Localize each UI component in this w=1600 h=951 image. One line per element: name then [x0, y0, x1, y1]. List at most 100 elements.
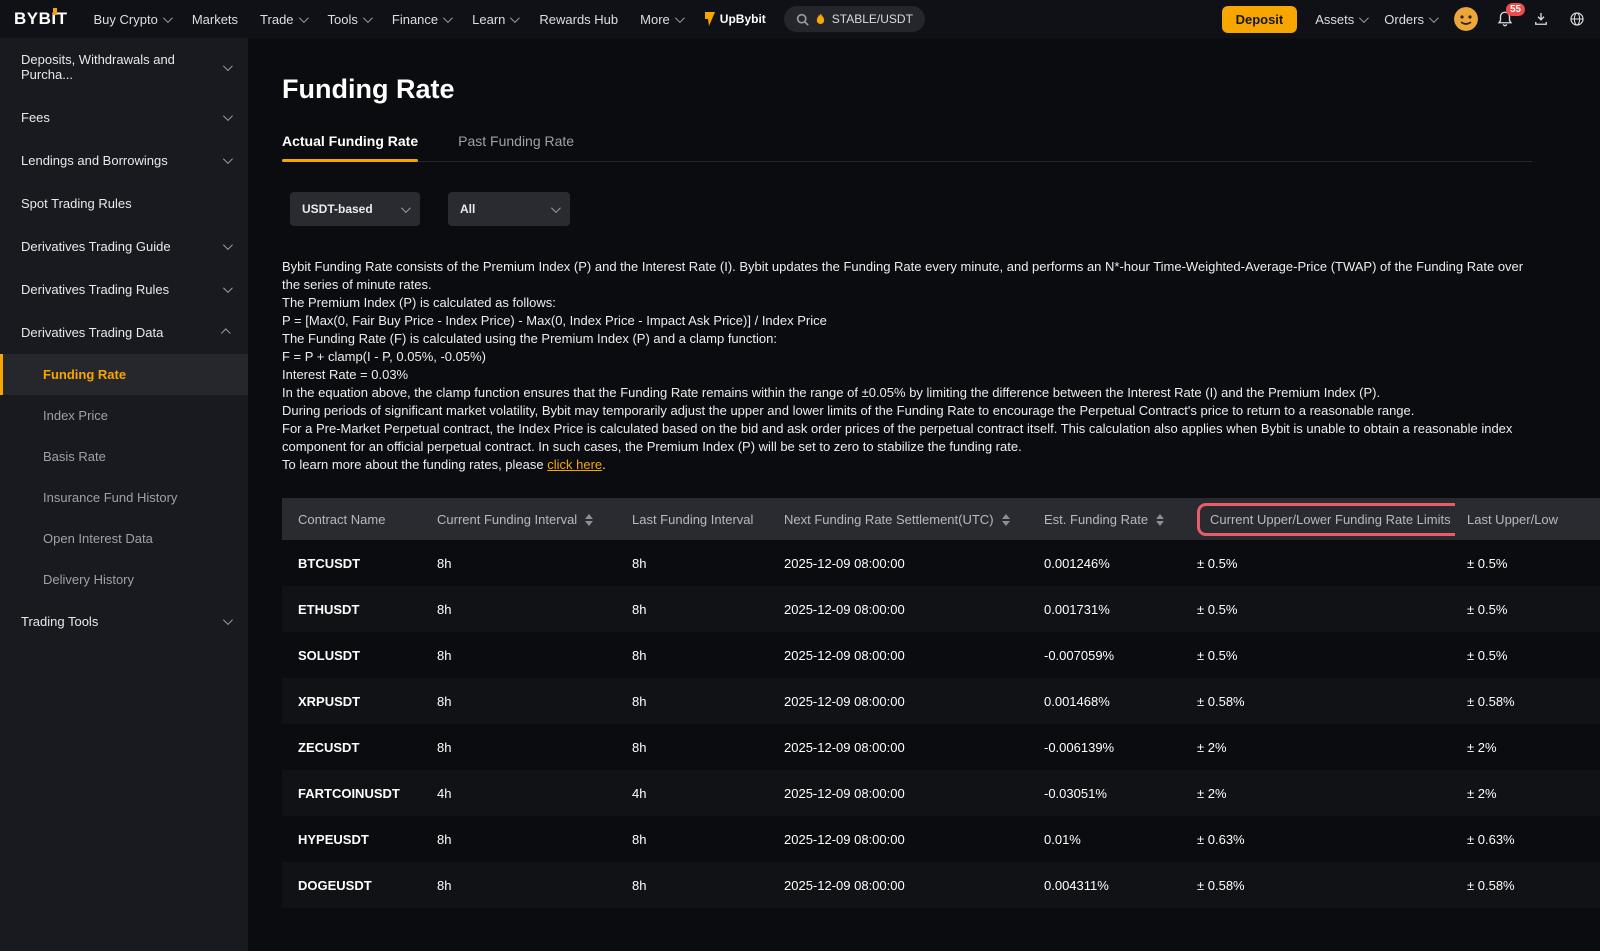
chevron-down-icon: [223, 283, 233, 293]
upbybit-link[interactable]: UpBybit: [704, 12, 766, 26]
notifications-button[interactable]: 55: [1496, 10, 1514, 28]
click-here-link[interactable]: click here: [547, 457, 602, 472]
sidebar-item-derivatives-trading-data[interactable]: Derivatives Trading Data: [0, 311, 248, 354]
table-row[interactable]: ETHUSDT 8h 8h 2025-12-09 08:00:00 0.0017…: [282, 586, 1600, 632]
sort-icon[interactable]: [1156, 514, 1164, 526]
category-select[interactable]: All: [448, 192, 570, 226]
cell-current-interval: 4h: [425, 770, 620, 816]
table-row[interactable]: XRPUSDT 8h 8h 2025-12-09 08:00:00 0.0014…: [282, 678, 1600, 724]
nav-finance[interactable]: Finance: [392, 12, 450, 27]
assets-label: Assets: [1315, 12, 1354, 27]
cell-current-limits: ± 0.58%: [1185, 678, 1455, 724]
sidebar-item-lendings-borrowings[interactable]: Lendings and Borrowings: [0, 139, 248, 182]
annotation-highlight-box: Current Upper/Lower Funding Rate Limits: [1197, 503, 1455, 536]
nav-label: Tools: [328, 12, 358, 27]
cell-est-rate: -0.03051%: [1032, 770, 1185, 816]
sidebar-subitem-label: Index Price: [43, 408, 108, 423]
chevron-down-icon: [510, 13, 520, 23]
cell-next-settlement: 2025-12-09 08:00:00: [772, 586, 1032, 632]
sidebar-item-spot-trading-rules[interactable]: Spot Trading Rules: [0, 182, 248, 225]
tabs: Actual Funding Rate Past Funding Rate: [282, 133, 1532, 162]
cell-last-interval: 8h: [620, 724, 772, 770]
nav-tools[interactable]: Tools: [328, 12, 370, 27]
sidebar-subitem-funding-rate[interactable]: Funding Rate: [0, 354, 248, 395]
tab-past-funding-rate[interactable]: Past Funding Rate: [458, 133, 574, 161]
sidebar-item-label: Lendings and Borrowings: [21, 153, 168, 168]
sort-icon[interactable]: [1002, 514, 1010, 526]
bybit-logo[interactable]: BYBIT: [14, 9, 68, 29]
cell-contract: FARTCOINUSDT: [282, 770, 425, 816]
orders-menu[interactable]: Orders: [1384, 12, 1436, 27]
cell-current-limits: ± 0.5%: [1185, 586, 1455, 632]
orders-label: Orders: [1384, 12, 1424, 27]
download-app-button[interactable]: [1532, 10, 1550, 28]
topbar: BYBIT Buy Crypto Markets Trade Tools Fin…: [0, 0, 1600, 38]
sort-icon[interactable]: [585, 514, 593, 526]
globe-icon: [1568, 10, 1586, 28]
sidebar-subitem-delivery-history[interactable]: Delivery History: [0, 559, 248, 600]
cell-contract: ETHUSDT: [282, 586, 425, 632]
avatar[interactable]: [1454, 7, 1478, 31]
description-line: Bybit Funding Rate consists of the Premi…: [282, 258, 1532, 294]
nav-trade[interactable]: Trade: [260, 12, 305, 27]
cell-est-rate: 0.001468%: [1032, 678, 1185, 724]
funding-rate-description: Bybit Funding Rate consists of the Premi…: [282, 258, 1532, 474]
description-line: P = [Max(0, Fair Buy Price - Index Price…: [282, 312, 1532, 330]
download-icon: [1532, 10, 1550, 28]
bybit-logo-text: BYBIT: [14, 9, 68, 28]
cell-current-limits: ± 2%: [1185, 724, 1455, 770]
table-row[interactable]: FARTCOINUSDT 4h 4h 2025-12-09 08:00:00 -…: [282, 770, 1600, 816]
chevron-down-icon: [223, 615, 233, 625]
search-input[interactable]: STABLE/USDT: [784, 6, 925, 32]
cell-last-interval: 8h: [620, 862, 772, 908]
col-contract-name: Contract Name: [282, 498, 425, 540]
sidebar-item-deposits-withdrawals[interactable]: Deposits, Withdrawals and Purcha...: [0, 38, 248, 96]
language-button[interactable]: [1568, 10, 1586, 28]
notification-badge: 55: [1506, 3, 1525, 16]
sidebar-item-derivatives-trading-rules[interactable]: Derivatives Trading Rules: [0, 268, 248, 311]
nav-learn[interactable]: Learn: [472, 12, 517, 27]
table-row[interactable]: ZECUSDT 8h 8h 2025-12-09 08:00:00 -0.006…: [282, 724, 1600, 770]
assets-menu[interactable]: Assets: [1315, 12, 1366, 27]
cell-contract: BTCUSDT: [282, 540, 425, 586]
cell-current-limits: ± 0.58%: [1185, 862, 1455, 908]
table-row[interactable]: DOGEUSDT 8h 8h 2025-12-09 08:00:00 0.004…: [282, 862, 1600, 908]
table-header-row: Contract Name Current Funding Interval L…: [282, 498, 1600, 540]
nav-label: Markets: [192, 12, 238, 27]
tab-actual-funding-rate[interactable]: Actual Funding Rate: [282, 133, 418, 161]
cell-contract: DOGEUSDT: [282, 862, 425, 908]
sidebar-subitem-basis-rate[interactable]: Basis Rate: [0, 436, 248, 477]
cell-contract: SOLUSDT: [282, 632, 425, 678]
table-row[interactable]: HYPEUSDT 8h 8h 2025-12-09 08:00:00 0.01%…: [282, 816, 1600, 862]
col-current-funding-interval: Current Funding Interval: [425, 498, 620, 540]
nav-rewards-hub[interactable]: Rewards Hub: [539, 12, 618, 27]
cell-est-rate: 0.001246%: [1032, 540, 1185, 586]
category-value: All: [460, 202, 475, 216]
cell-current-limits: ± 0.63%: [1185, 816, 1455, 862]
nav-label: Finance: [392, 12, 438, 27]
deposit-button[interactable]: Deposit: [1222, 6, 1298, 33]
sidebar-subitem-index-price[interactable]: Index Price: [0, 395, 248, 436]
table-row[interactable]: SOLUSDT 8h 8h 2025-12-09 08:00:00 -0.007…: [282, 632, 1600, 678]
cell-last-limits: ± 0.5%: [1455, 632, 1600, 678]
sidebar-item-fees[interactable]: Fees: [0, 96, 248, 139]
sidebar-item-trading-tools[interactable]: Trading Tools: [0, 600, 248, 643]
chevron-down-icon: [223, 111, 233, 121]
base-currency-select[interactable]: USDT-based: [290, 192, 420, 226]
table-row[interactable]: BTCUSDT 8h 8h 2025-12-09 08:00:00 0.0012…: [282, 540, 1600, 586]
sidebar-subitem-insurance-fund-history[interactable]: Insurance Fund History: [0, 477, 248, 518]
cell-last-interval: 4h: [620, 770, 772, 816]
nav-buy-crypto[interactable]: Buy Crypto: [94, 12, 170, 27]
cell-last-interval: 8h: [620, 540, 772, 586]
nav-more[interactable]: More: [640, 12, 682, 27]
sidebar-subitem-label: Funding Rate: [43, 367, 126, 382]
nav-markets[interactable]: Markets: [192, 12, 238, 27]
sidebar-subitem-open-interest-data[interactable]: Open Interest Data: [0, 518, 248, 559]
cell-current-interval: 8h: [425, 632, 620, 678]
description-line: During periods of significant market vol…: [282, 402, 1532, 420]
chevron-down-icon: [551, 203, 561, 213]
cell-est-rate: -0.006139%: [1032, 724, 1185, 770]
description-line: For a Pre-Market Perpetual contract, the…: [282, 420, 1532, 456]
col-next-settlement: Next Funding Rate Settlement(UTC): [772, 498, 1032, 540]
sidebar-item-derivatives-trading-guide[interactable]: Derivatives Trading Guide: [0, 225, 248, 268]
